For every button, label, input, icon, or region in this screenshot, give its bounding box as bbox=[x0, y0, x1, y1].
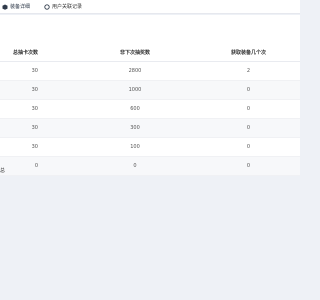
table-cell: 2 bbox=[246, 68, 251, 74]
table-header-row: 总抽卡次数 非下次抽奖数 获取装备几个次 bbox=[0, 43, 300, 62]
page: 装备详细 用户关联记录 总抽卡次数 非下次抽奖数 获取装备几个次 30 2800… bbox=[0, 0, 300, 300]
table-cell: 300 bbox=[130, 125, 140, 131]
tab-label: 装备详细 bbox=[10, 4, 31, 10]
tab-user-records[interactable]: 用户关联记录 bbox=[42, 0, 84, 14]
table-cell: 100 bbox=[130, 144, 140, 150]
table-row: 30 600 0 bbox=[0, 100, 300, 119]
table-cell: 0 bbox=[133, 163, 137, 169]
top-tab-bar: 装备详细 用户关联记录 bbox=[0, 0, 300, 14]
tab-label: 用户关联记录 bbox=[52, 4, 83, 10]
table-row: 30 300 0 bbox=[0, 119, 300, 138]
table-header-cell: 非下次抽奖数 bbox=[119, 49, 150, 56]
circle-icon bbox=[44, 3, 50, 10]
table-row: 0 0 0 bbox=[0, 157, 300, 176]
table-cell: 30 bbox=[31, 144, 38, 150]
data-table: 总抽卡次数 非下次抽奖数 获取装备几个次 30 2800 2 30 1000 0… bbox=[0, 43, 300, 176]
table-cell: 30 bbox=[31, 68, 38, 74]
table-cell: 0 bbox=[246, 87, 251, 93]
table-cell: 2800 bbox=[128, 68, 142, 74]
table-header-cell: 获取装备几个次 bbox=[230, 49, 266, 56]
table-cell: 0 bbox=[34, 163, 38, 169]
table-cell: 30 bbox=[31, 106, 38, 112]
table-cell: 1000 bbox=[128, 87, 142, 93]
table-cell: 30 bbox=[31, 87, 38, 93]
tab-equipment-details[interactable]: 装备详细 bbox=[0, 0, 32, 14]
table-header-cell: 总抽卡次数 bbox=[12, 49, 38, 56]
table-cell: 0 bbox=[246, 163, 251, 169]
table-cell: 0 bbox=[246, 144, 251, 150]
table-row: 30 100 0 bbox=[0, 138, 300, 157]
table-row: 30 2800 2 bbox=[0, 62, 300, 81]
table-cell: 600 bbox=[130, 106, 140, 112]
table-cell: 0 bbox=[246, 106, 251, 112]
table-cell: 30 bbox=[31, 125, 38, 131]
content-card: 总抽卡次数 非下次抽奖数 获取装备几个次 30 2800 2 30 1000 0… bbox=[0, 15, 300, 176]
cube-icon bbox=[2, 4, 8, 10]
table-row: 30 1000 0 bbox=[0, 81, 300, 100]
table-cell: 0 bbox=[246, 125, 251, 131]
summary-label: 总 bbox=[0, 168, 6, 174]
